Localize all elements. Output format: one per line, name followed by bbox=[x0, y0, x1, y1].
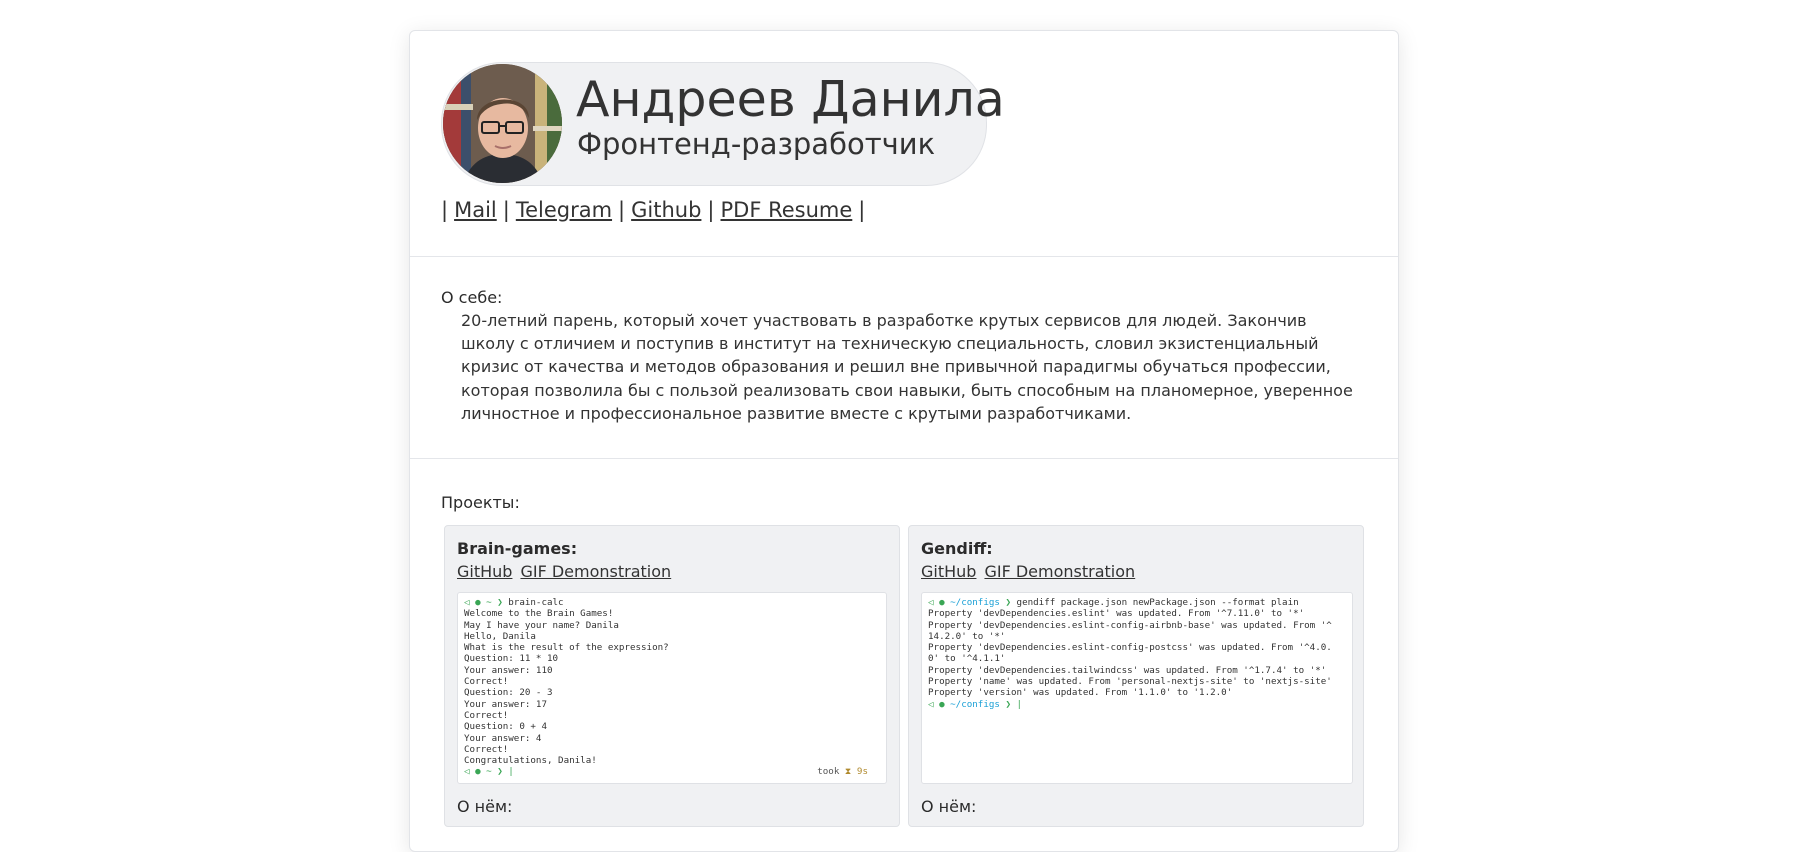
terminal-line: Correct! bbox=[464, 676, 509, 688]
project-github-link[interactable]: GitHub bbox=[457, 562, 512, 581]
avatar-image bbox=[443, 64, 562, 183]
took-value: 9s bbox=[856, 766, 868, 777]
terminal-line: 0' to '^4.1.1' bbox=[928, 653, 1006, 665]
terminal-dir: ~/configs bbox=[950, 698, 1000, 710]
telegram-link[interactable]: Telegram bbox=[516, 198, 612, 222]
project-github-link[interactable]: GitHub bbox=[921, 562, 976, 581]
profile-role: Фронтенд-разработчик bbox=[577, 127, 936, 161]
terminal-demo: ◁ ● ~ ❯ brain-calc Welcome to the Brain … bbox=[457, 592, 887, 784]
link-separator: | bbox=[858, 198, 866, 222]
project-links: GitHub GIF Demonstration bbox=[921, 561, 1143, 583]
terminal-line: Question: 0 + 4 bbox=[464, 721, 547, 733]
project-links: GitHub GIF Demonstration bbox=[457, 561, 679, 583]
terminal-line: Your answer: 17 bbox=[464, 698, 547, 710]
link-separator: | bbox=[441, 198, 449, 222]
about-text: 20-летний парень, который хочет участвов… bbox=[461, 311, 1353, 423]
about-label: О себе: bbox=[441, 288, 503, 307]
terminal-command: brain-calc bbox=[508, 597, 564, 608]
mail-link[interactable]: Mail bbox=[454, 198, 497, 222]
terminal-output: ◁ ● ~/configs ❯ gendiff package.json new… bbox=[928, 597, 1332, 710]
terminal-line: Congratulations, Danila! bbox=[464, 755, 597, 767]
project-title: Brain-games: bbox=[457, 539, 578, 558]
pdf-resume-link[interactable]: PDF Resume bbox=[721, 198, 853, 222]
project-gif-link[interactable]: GIF Demonstration bbox=[520, 562, 671, 581]
projects-label: Проекты: bbox=[441, 493, 520, 512]
contact-links: | Mail | Telegram | Github | PDF Resume | bbox=[441, 195, 871, 225]
terminal-line: May I have your name? Danila bbox=[464, 619, 619, 631]
terminal-line: 14.2.0' to '*' bbox=[928, 630, 1006, 642]
terminal-line: Property 'name' was updated. From 'perso… bbox=[928, 676, 1332, 688]
terminal-line: Question: 11 * 10 bbox=[464, 653, 559, 665]
terminal-line: Property 'devDependencies.eslint' was up… bbox=[928, 608, 1305, 620]
terminal-line: Hello, Danila bbox=[464, 630, 536, 642]
terminal-dir: ~/configs bbox=[950, 597, 1000, 608]
link-separator: | bbox=[618, 198, 626, 222]
project-about-label: О нём: bbox=[457, 797, 513, 816]
project-card-brain-games: Brain-games: GitHub GIF Demonstration ◁ ●… bbox=[444, 525, 900, 827]
github-link[interactable]: Github bbox=[631, 198, 701, 222]
terminal-line: Property 'devDependencies.eslint-config-… bbox=[928, 619, 1332, 631]
terminal-output: ◁ ● ~ ❯ brain-calc Welcome to the Brain … bbox=[464, 597, 669, 778]
terminal-line: Question: 20 - 3 bbox=[464, 687, 553, 699]
project-title: Gendiff: bbox=[921, 539, 993, 558]
project-about-label: О нём: bbox=[921, 797, 977, 816]
took-label: took bbox=[817, 766, 840, 777]
terminal-line: Property 'devDependencies.tailwindcss' w… bbox=[928, 664, 1327, 676]
profile-name: Андреев Данила bbox=[576, 71, 1005, 128]
profile-header: Андреев Данила Фронтенд-разработчик | Mai… bbox=[410, 31, 1398, 257]
terminal-line: Correct! bbox=[464, 743, 509, 755]
terminal-command: gendiff package.json newPackage.json --f… bbox=[1016, 597, 1299, 608]
terminal-line: Welcome to the Brain Games! bbox=[464, 608, 614, 620]
person-photo-icon bbox=[443, 64, 562, 183]
resume-card: Андреев Данила Фронтенд-разработчик | Mai… bbox=[409, 30, 1399, 852]
terminal-line: Your answer: 4 bbox=[464, 732, 542, 744]
terminal-demo: ◁ ● ~/configs ❯ gendiff package.json new… bbox=[921, 592, 1353, 784]
project-card-gendiff: Gendiff: GitHub GIF Demonstration ◁ ● ~/c… bbox=[908, 525, 1364, 827]
terminal-line: Property 'devDependencies.eslint-config-… bbox=[928, 642, 1332, 654]
project-gif-link[interactable]: GIF Demonstration bbox=[984, 562, 1135, 581]
link-separator: | bbox=[502, 198, 510, 222]
hourglass-icon: ⧗ bbox=[844, 766, 852, 777]
terminal-line: Your answer: 110 bbox=[464, 664, 553, 676]
terminal-line: Correct! bbox=[464, 709, 509, 721]
link-separator: | bbox=[707, 198, 715, 222]
terminal-line: Property 'version' was updated. From '1.… bbox=[928, 687, 1233, 699]
terminal-line: What is the result of the expression? bbox=[464, 642, 669, 654]
took-indicator: took ⧗ 9s bbox=[817, 766, 868, 777]
about-section: О себе: 20-летний парень, который хочет … bbox=[410, 257, 1398, 459]
